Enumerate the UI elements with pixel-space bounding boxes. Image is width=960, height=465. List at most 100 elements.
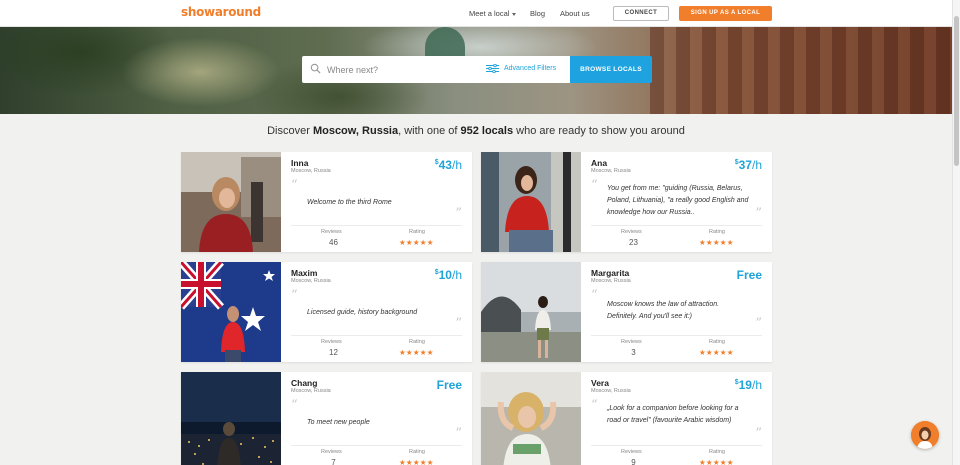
local-card-chang[interactable]: Chang Moscow, Russia Free “ To meet new …	[181, 372, 472, 465]
local-card-inna[interactable]: Inna Moscow, Russia $43/h “ Welcome to t…	[181, 152, 472, 252]
card-divider	[291, 335, 462, 336]
local-card-maxim[interactable]: Maxim Moscow, Russia $10/h “ Licensed gu…	[181, 262, 472, 362]
rating-stars-icon: ★★★★★	[699, 458, 734, 465]
reviews-label: Reviews	[321, 339, 342, 345]
chat-support-avatar[interactable]	[911, 421, 939, 449]
local-quote: Moscow knows the law of attraction. Defi…	[607, 301, 720, 320]
quote-open-icon: “	[291, 398, 298, 413]
support-agent-icon	[911, 421, 939, 449]
local-quote: You get from me: "guiding (Russia, Belar…	[607, 185, 749, 216]
nav-blog[interactable]: Blog	[530, 9, 545, 18]
price-amount: 37	[738, 158, 752, 172]
advanced-filters-label: Advanced Filters	[504, 65, 557, 72]
rating-stars-icon: ★★★★★	[399, 238, 434, 247]
price-currency: $	[434, 159, 439, 166]
local-name[interactable]: Margarita	[591, 268, 629, 278]
showaround-logo[interactable]: showaround	[181, 5, 261, 19]
reviews-count: 9	[631, 458, 636, 465]
avatar-photo[interactable]	[481, 372, 581, 465]
price-unit: /h	[451, 268, 462, 282]
quote-open-icon: “	[291, 178, 298, 193]
avatar-photo[interactable]	[481, 152, 581, 252]
local-location: Moscow, Russia	[291, 168, 331, 174]
quote-open-icon: “	[591, 398, 598, 413]
local-quote: Licensed guide, history background	[307, 309, 418, 316]
price-amount: 10	[438, 268, 452, 282]
rating-label: Rating	[709, 229, 725, 235]
price-unit: /h	[451, 158, 462, 172]
reviews-label: Reviews	[321, 229, 342, 235]
headline-city: Moscow, Russia	[312, 125, 399, 137]
local-location: Moscow, Russia	[591, 168, 631, 174]
card-divider	[591, 225, 762, 226]
price-currency: $	[434, 269, 439, 276]
local-location: Moscow, Russia	[591, 388, 631, 394]
avatar-photo[interactable]	[181, 372, 281, 465]
reviews-label: Reviews	[321, 449, 342, 455]
reviews-label: Reviews	[621, 229, 642, 235]
headline-locals-count: 952 locals	[460, 125, 514, 137]
quote-close-icon: ”	[755, 206, 762, 221]
local-card-margarita[interactable]: Margarita Moscow, Russia Free “ Moscow k…	[481, 262, 772, 362]
headline-prefix: Discover	[267, 125, 313, 137]
search-input[interactable]	[327, 62, 477, 77]
price-amount: 19	[738, 378, 752, 392]
local-card-ana[interactable]: Ana Moscow, Russia $37/h “ You get from …	[481, 152, 772, 252]
quote-close-icon: ”	[455, 316, 462, 331]
reviews-count: 46	[329, 238, 338, 247]
rating-label: Rating	[409, 339, 425, 345]
rating-label: Rating	[409, 449, 425, 455]
avatar-photo[interactable]	[481, 262, 581, 362]
search-bar: Advanced Filters	[302, 56, 570, 83]
quote-close-icon: ”	[755, 426, 762, 441]
local-quote: „Look for a companion before looking for…	[607, 405, 739, 424]
rating-stars-icon: ★★★★★	[399, 458, 434, 465]
sliders-icon	[486, 64, 499, 73]
local-card-vera[interactable]: Vera Moscow, Russia $19/h “ „Look for a …	[481, 372, 772, 465]
quote-open-icon: “	[591, 178, 598, 193]
local-name[interactable]: Ana	[591, 158, 607, 168]
local-quote: Welcome to the third Rome	[307, 199, 392, 206]
price-currency: $	[734, 379, 739, 386]
quote-close-icon: ”	[455, 206, 462, 221]
rating-label: Rating	[409, 229, 425, 235]
headline-mid: , with one of	[398, 125, 461, 137]
local-price: $10/h	[435, 268, 462, 282]
nav-about-us[interactable]: About us	[560, 9, 590, 18]
discover-headline: Discover Moscow, Russia, with one of 952…	[0, 125, 952, 137]
page-scrollbar[interactable]	[952, 0, 960, 465]
avatar-photo[interactable]	[181, 262, 281, 362]
local-name[interactable]: Vera	[591, 378, 609, 388]
price-amount: 43	[438, 158, 452, 172]
scrollbar-thumb[interactable]	[954, 16, 959, 166]
local-name[interactable]: Chang	[291, 378, 317, 388]
rating-label: Rating	[709, 449, 725, 455]
price-unit: /h	[751, 158, 762, 172]
chevron-down-icon	[512, 12, 517, 16]
local-quote: To meet new people	[307, 419, 370, 426]
local-price: $19/h	[735, 378, 762, 392]
rating-stars-icon: ★★★★★	[399, 348, 434, 357]
local-price: $43/h	[435, 158, 462, 172]
quote-open-icon: “	[291, 288, 298, 303]
rating-stars-icon: ★★★★★	[699, 348, 734, 357]
headline-suffix: who are ready to show you around	[513, 125, 685, 137]
local-name[interactable]: Maxim	[291, 268, 317, 278]
local-name[interactable]: Inna	[291, 158, 308, 168]
reviews-count: 12	[329, 348, 338, 357]
reviews-count: 3	[631, 348, 636, 357]
price-currency: $	[734, 159, 739, 166]
browse-locals-button[interactable]: BROWSE LOCALS	[570, 56, 652, 83]
reviews-label: Reviews	[621, 449, 642, 455]
search-icon	[310, 63, 321, 74]
reviews-label: Reviews	[621, 339, 642, 345]
sign-up-as-local-button[interactable]: SIGN UP AS A LOCAL	[679, 6, 772, 21]
local-location: Moscow, Russia	[591, 278, 631, 284]
nav-meet-a-local[interactable]: Meet a local	[469, 9, 517, 18]
avatar-photo[interactable]	[181, 152, 281, 252]
rating-label: Rating	[709, 339, 725, 345]
local-location: Moscow, Russia	[291, 278, 331, 284]
connect-button[interactable]: CONNECT	[613, 6, 669, 21]
reviews-count: 23	[629, 238, 638, 247]
advanced-filters-button[interactable]: Advanced Filters	[486, 64, 556, 73]
